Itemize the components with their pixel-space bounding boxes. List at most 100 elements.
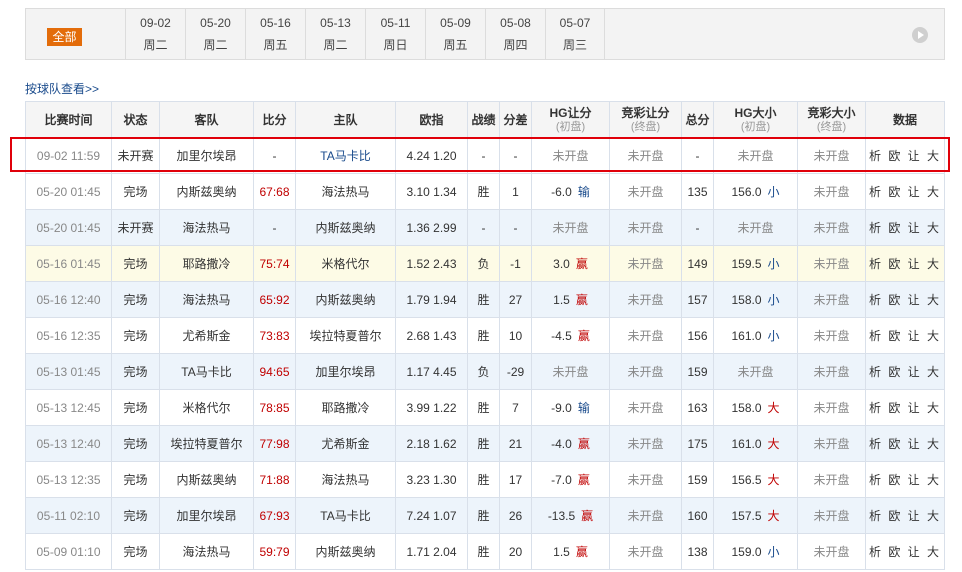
hg-over-under: 161.0 小 (713, 317, 798, 354)
euro-odds: 1.71 2.04 (395, 533, 468, 570)
point-diff: 7 (499, 389, 532, 426)
away-team-link[interactable]: 内斯兹奥纳 (159, 173, 254, 210)
header-sublabel: (终盘) (816, 120, 847, 133)
home-team-link[interactable]: TA马卡比 (295, 137, 396, 174)
home-team-link[interactable]: 埃拉特夏普尔 (295, 317, 396, 354)
away-team-link[interactable]: 埃拉特夏普尔 (159, 425, 254, 462)
home-team-link[interactable]: 海法热马 (295, 461, 396, 498)
point-diff: 10 (499, 317, 532, 354)
ou-result-badge: 大 (767, 401, 780, 415)
view-by-team-link[interactable]: 按球队查看>> (25, 80, 99, 97)
table-row: 05-13 12:35 完场 内斯兹奥纳 71:88 海法热马 3.23 1.30 胜 17-… (25, 461, 945, 498)
data-links[interactable]: 析 欧 让 大 (865, 173, 945, 210)
date-tab-05-13[interactable]: 05-13 周二 (305, 9, 365, 59)
handicap-result-badge: 赢 (581, 509, 594, 523)
date-tab-05-07[interactable]: 05-07 周三 (545, 9, 605, 59)
point-diff: -29 (499, 353, 532, 390)
match-time: 05-20 01:45 (25, 209, 112, 246)
date-tab-09-02[interactable]: 09-02 周二 (125, 9, 185, 59)
away-team-link[interactable]: 尤希斯金 (159, 317, 254, 354)
match-score: - (253, 137, 296, 174)
table-row: 05-20 01:45 未开赛 海法热马 - 内斯兹奥纳 1.36 2.99- - 未开盘 未开… (25, 209, 945, 246)
weekday-label: 周五 (263, 38, 288, 52)
weekday-label: 周三 (562, 38, 587, 52)
point-diff: 21 (499, 425, 532, 462)
hg-over-under: 159.5 小 (713, 245, 798, 282)
away-team-link[interactable]: 海法热马 (159, 533, 254, 570)
data-links[interactable]: 析 欧 让 大 (865, 209, 945, 246)
date-label: 05-20 (200, 16, 231, 30)
hg-over-under: 157.5 大 (713, 497, 798, 534)
header-label: 总分 (685, 112, 710, 127)
away-team-link[interactable]: 米格代尔 (159, 389, 254, 426)
data-links[interactable]: 析 欧 让 大 (865, 389, 945, 426)
header-label: 比分 (262, 112, 287, 127)
jc-handicap: 未开盘 (609, 497, 682, 534)
header-label: 比赛时间 (44, 112, 93, 127)
hg-handicap: -4.5 赢 (531, 317, 610, 354)
hg-over-under: 158.0 大 (713, 389, 798, 426)
weekday-label: 周日 (383, 38, 408, 52)
home-team-link[interactable]: 米格代尔 (295, 245, 396, 282)
data-links[interactable]: 析 欧 让 大 (865, 497, 945, 534)
handicap-result-badge: 赢 (577, 473, 590, 487)
home-team-link[interactable]: 内斯兹奥纳 (295, 533, 396, 570)
total-points: - (681, 209, 714, 246)
match-time: 05-13 12:45 (25, 389, 112, 426)
next-arrow-icon[interactable] (912, 27, 928, 43)
jc-over-under: 未开盘 (797, 173, 866, 210)
match-time: 05-20 01:45 (25, 173, 112, 210)
date-tab-05-09[interactable]: 05-09 周五 (425, 9, 485, 59)
away-team-link[interactable]: 内斯兹奥纳 (159, 461, 254, 498)
euro-odds: 1.17 4.45 (395, 353, 468, 390)
date-tab-05-20[interactable]: 05-20 周二 (185, 9, 245, 59)
hg-handicap: -13.5 赢 (531, 497, 610, 534)
home-team-link[interactable]: TA马卡比 (295, 497, 396, 534)
away-team-link[interactable]: 加里尔埃昂 (159, 137, 254, 174)
header-label: 客队 (194, 112, 219, 127)
home-team-link[interactable]: 加里尔埃昂 (295, 353, 396, 390)
hg-handicap: -4.0 赢 (531, 425, 610, 462)
away-team-link[interactable]: 海法热马 (159, 209, 254, 246)
data-links[interactable]: 析 欧 让 大 (865, 281, 945, 318)
table-row: 05-20 01:45 完场 内斯兹奥纳 67:68 海法热马 3.10 1.34 胜 1 -6… (25, 173, 945, 210)
ou-result-badge: 小 (767, 329, 780, 343)
hg-over-under: 未开盘 (713, 137, 798, 174)
match-status: 完场 (111, 497, 160, 534)
away-team-link[interactable]: 海法热马 (159, 281, 254, 318)
home-team-link[interactable]: 内斯兹奥纳 (295, 209, 396, 246)
home-team-link[interactable]: 内斯兹奥纳 (295, 281, 396, 318)
date-tab-05-08[interactable]: 05-08 周四 (485, 9, 545, 59)
hg-handicap-value: 未开盘 (552, 221, 589, 235)
home-team-link[interactable]: 耶路撒冷 (295, 389, 396, 426)
data-links[interactable]: 析 欧 让 大 (865, 245, 945, 282)
away-team-link[interactable]: 加里尔埃昂 (159, 497, 254, 534)
column-header: 欧指 (395, 101, 468, 138)
match-score: 71:88 (253, 461, 296, 498)
home-team-link[interactable]: 海法热马 (295, 173, 396, 210)
data-links[interactable]: 析 欧 让 大 (865, 353, 945, 390)
header-label: HG让分 (549, 105, 592, 120)
all-dates-button[interactable]: 全部 (47, 28, 82, 46)
data-links[interactable]: 析 欧 让 大 (865, 533, 945, 570)
point-diff: -1 (499, 245, 532, 282)
home-team-link[interactable]: 尤希斯金 (295, 425, 396, 462)
table-row: 05-13 01:45 完场 TA马卡比 94:65 加里尔埃昂 1.17 4.45 负 -2… (25, 353, 945, 390)
data-links[interactable]: 析 欧 让 大 (865, 461, 945, 498)
handicap-result-badge: 输 (577, 401, 590, 415)
data-links[interactable]: 析 欧 让 大 (865, 137, 945, 174)
data-links[interactable]: 析 欧 让 大 (865, 425, 945, 462)
point-diff: 27 (499, 281, 532, 318)
jc-over-under: 未开盘 (797, 461, 866, 498)
table-row: 05-13 12:45 完场 米格代尔 78:85 耶路撒冷 3.99 1.22 胜 7 -9.… (25, 389, 945, 426)
date-tab-05-11[interactable]: 05-11 周日 (365, 9, 425, 59)
data-links[interactable]: 析 欧 让 大 (865, 317, 945, 354)
hg-ou-value: 161.0 (731, 329, 762, 343)
handicap-result-badge: 赢 (575, 293, 588, 307)
away-team-link[interactable]: 耶路撒冷 (159, 245, 254, 282)
header-label: 状态 (123, 112, 148, 127)
point-diff: 20 (499, 533, 532, 570)
date-tab-05-16[interactable]: 05-16 周五 (245, 9, 305, 59)
away-team-link[interactable]: TA马卡比 (159, 353, 254, 390)
hg-handicap: -7.0 赢 (531, 461, 610, 498)
